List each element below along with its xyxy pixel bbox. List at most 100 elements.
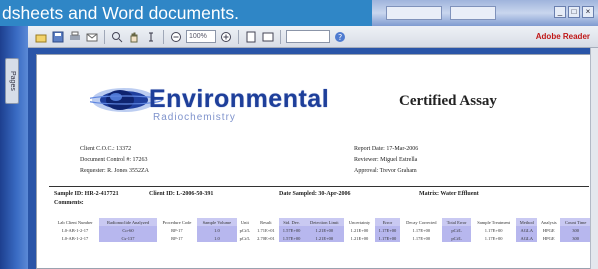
left-window-frame: Pages — [0, 0, 28, 269]
table-cell: L0-AB-1-2-17 — [62, 227, 89, 233]
table-header: Sample Treatment — [477, 219, 511, 225]
table-header: Detection Limit — [304, 218, 345, 226]
table-header: Error — [374, 218, 401, 226]
table-cell: AGLA — [516, 234, 538, 242]
document-control: Document Control #: 17263 — [80, 157, 148, 163]
table-cell: 1.71E+01 — [257, 227, 275, 233]
table-cell: 1.21E+00 — [350, 227, 369, 233]
select-text-icon[interactable] — [144, 30, 158, 44]
table-cell: AGLA — [516, 226, 538, 234]
maximize-button[interactable]: □ — [568, 6, 580, 18]
table-cell: 1.21E+00 — [304, 234, 345, 242]
fit-page-icon[interactable] — [244, 30, 258, 44]
table-cell: 1.17E+00 — [484, 235, 503, 241]
table-header: Uncertainty — [348, 219, 371, 225]
table-header: Analysis — [540, 219, 557, 225]
table-cell: pCi/L — [442, 226, 471, 234]
table-row: L0-AB-1-2-17 Co-60 RP-17 1.0 pCi/L 1.71E… — [51, 226, 591, 234]
table-cell: Co-60 — [99, 226, 157, 234]
vertical-scrollbar[interactable] — [590, 48, 598, 269]
titlebar-tab[interactable] — [450, 6, 496, 20]
toolbar-separator — [104, 29, 105, 44]
table-header: Result — [260, 219, 272, 225]
table-cell: 1.17E+00 — [484, 227, 503, 233]
sample-info-line: Sample ID: HR-2-417721 Client ID: L-2006… — [54, 191, 584, 197]
print-icon[interactable] — [68, 30, 82, 44]
table-cell: 300 — [560, 234, 591, 242]
table-row: L0-AB-1-2-17 Cs-137 RP-17 1.0 pCi/L 2.70… — [51, 234, 591, 242]
table-cell: Cs-137 — [99, 234, 157, 242]
svg-text:?: ? — [338, 33, 342, 42]
table-header: Radionuclide Analyzed — [99, 218, 157, 226]
client-coc: Client C.O.C.: 13372 — [80, 146, 132, 152]
divider — [49, 186, 589, 187]
window-controls: _ □ × — [554, 6, 594, 18]
zoom-in-icon[interactable] — [219, 30, 233, 44]
hand-tool-icon[interactable] — [127, 30, 141, 44]
table-header: Unit — [240, 219, 249, 225]
toolbar-separator — [163, 29, 164, 44]
sample-id: Sample ID: HR-2-417721 — [54, 191, 119, 197]
date-sampled: Date Sampled: 30-Apr-2006 — [279, 191, 351, 197]
results-table: Lab Client Number Radionuclide Analyzed … — [51, 218, 591, 242]
pages-tab[interactable]: Pages — [5, 58, 19, 104]
table-cell: 1.0 — [197, 234, 237, 242]
save-icon[interactable] — [51, 30, 65, 44]
table-header: Sample Volume — [197, 218, 237, 226]
table-header: Std. Dev. — [278, 218, 305, 226]
table-cell: 1.17E+00 — [374, 234, 401, 242]
table-cell: L0-AB-1-2-17 — [62, 235, 89, 241]
table-cell: RP-17 — [171, 235, 183, 241]
find-field[interactable] — [286, 30, 330, 43]
zoom-out-icon[interactable] — [169, 30, 183, 44]
fit-width-icon[interactable] — [261, 30, 275, 44]
toolbar-separator — [280, 29, 281, 44]
table-cell: pCi/L — [239, 235, 251, 241]
minimize-button[interactable]: _ — [554, 6, 566, 18]
comments-label: Comments: — [54, 200, 84, 206]
approval: Approval: Trevor Graham — [354, 168, 417, 174]
meta-right: Report Date: 17-Mar-2006 Reviewer: Migue… — [354, 144, 418, 177]
close-button[interactable]: × — [582, 6, 594, 18]
table-header: Procedure Code — [162, 219, 192, 225]
table-header: Decay Corrected — [406, 219, 437, 225]
table-cell: 1.17E+00 — [412, 227, 431, 233]
table-cell: RP-17 — [171, 227, 183, 233]
caption-banner: dsheets and Word documents. — [0, 0, 372, 26]
window-titlebar: _ □ × — [372, 0, 598, 26]
table-cell: 2.70E+01 — [257, 235, 275, 241]
adobe-reader-logo[interactable]: Adobe Reader — [536, 32, 590, 41]
help-icon[interactable]: ? — [333, 30, 347, 44]
requester: Requester: R. Jones 3552ZA — [80, 168, 149, 174]
brand-subtitle: Radiochemistry — [153, 112, 236, 123]
table-header: Method — [516, 218, 538, 226]
brand-title: Environmental — [149, 85, 330, 113]
document-title: Certified Assay — [399, 93, 497, 109]
reader-toolbar: 100% ? Adobe Reader — [28, 26, 598, 48]
email-icon[interactable] — [85, 30, 99, 44]
table-cell: pCi/L — [442, 234, 471, 242]
titlebar-tab[interactable] — [386, 6, 442, 20]
table-header: Count Time — [560, 218, 591, 226]
table-cell: 300 — [560, 226, 591, 234]
table-cell: 1.21E+00 — [304, 226, 345, 234]
reviewer: Reviewer: Miguel Estrella — [354, 157, 418, 163]
pdf-page: Environmental Radiochemistry Certified A… — [36, 54, 598, 269]
toolbar-separator — [238, 29, 239, 44]
zoom-level-field[interactable]: 100% — [186, 30, 216, 43]
table-cell: pCi/L — [239, 227, 251, 233]
table-header-row: Lab Client Number Radionuclide Analyzed … — [51, 218, 591, 226]
client-id: Client ID: L-2006-50-391 — [149, 191, 214, 197]
table-cell: 1.0 — [197, 226, 237, 234]
open-icon[interactable] — [34, 30, 48, 44]
search-icon[interactable] — [110, 30, 124, 44]
table-cell: HPGE — [542, 227, 555, 233]
table-header: Lab Client Number — [57, 219, 93, 225]
table-cell: 1.57E+00 — [278, 226, 305, 234]
table-header: Total Error — [442, 218, 471, 226]
table-cell: 1.17E+00 — [374, 226, 401, 234]
table-cell: 1.17E+00 — [412, 235, 431, 241]
table-cell: 1.21E+00 — [350, 235, 369, 241]
report-date: Report Date: 17-Mar-2006 — [354, 146, 419, 152]
matrix: Matrix: Water Effluent — [419, 191, 479, 197]
